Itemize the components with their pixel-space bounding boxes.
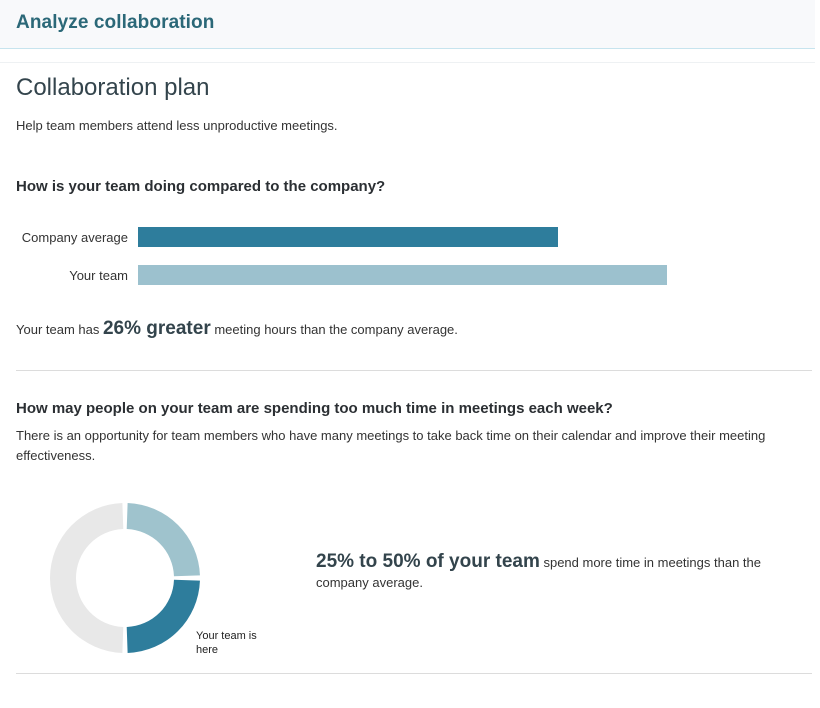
comparison-question: How is your team doing compared to the c…: [16, 178, 386, 195]
donut-segment-0: [126, 503, 200, 577]
distribution-question: How may people on your team are spending…: [16, 400, 613, 417]
team-distribution-donut-chart: [50, 503, 200, 653]
donut-segment-2: [50, 503, 124, 653]
page-subtitle: Help team members attend less unproducti…: [16, 118, 338, 133]
donut-segment-1: [126, 579, 200, 653]
distribution-description: There is an opportunity for team members…: [16, 428, 766, 463]
bar-label-your-team: Your team: [69, 268, 128, 283]
bar-your-team: [138, 265, 667, 285]
summary-suffix: meeting hours than the company average.: [214, 322, 458, 337]
header-title: Analyze collaboration: [16, 12, 215, 33]
donut-annotation: Your team is here: [196, 630, 257, 656]
header-divider: [0, 62, 815, 63]
header-bar: Analyze collaboration: [0, 0, 815, 49]
bottom-divider: [16, 673, 812, 674]
bar-company-average: [138, 227, 558, 247]
section-divider: [16, 370, 812, 371]
page-title: Collaboration plan: [16, 74, 210, 101]
distribution-stat: 25% to 50% of your team spend more time …: [316, 552, 796, 593]
summary-prefix: Your team has: [16, 322, 100, 337]
summary-emphasis: 26% greater: [102, 318, 211, 339]
bar-label-company-average: Company average: [21, 230, 128, 245]
stat-emphasis: 25% to 50% of your team: [316, 551, 540, 572]
comparison-summary: Your team has 26% greater meeting hours …: [16, 318, 458, 340]
